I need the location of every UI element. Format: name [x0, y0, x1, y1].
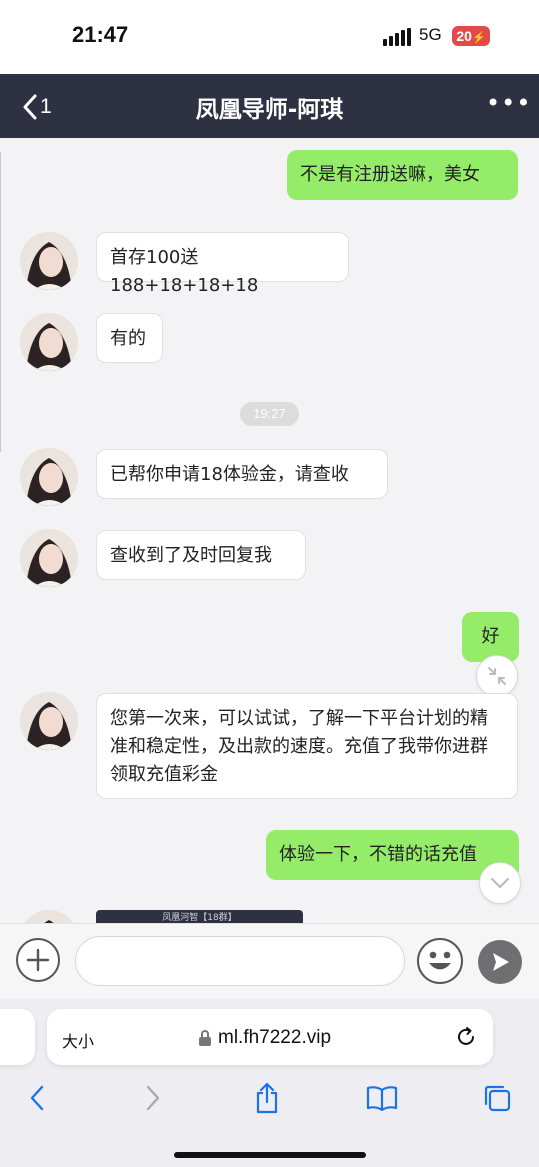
- network-label: 5G: [419, 25, 442, 44]
- avatar-image: [20, 232, 78, 290]
- message-bubble-incoming[interactable]: 查收到了及时回复我: [96, 530, 306, 580]
- tabs-icon: [484, 1085, 511, 1112]
- avatar-image: [20, 910, 78, 923]
- preview-card-title: 凤凰河智【18群】: [162, 913, 237, 923]
- message-bubble-outgoing[interactable]: 好: [462, 612, 519, 662]
- send-button[interactable]: [478, 940, 522, 984]
- status-time: 21:47: [72, 22, 129, 47]
- avatar[interactable]: [20, 313, 78, 371]
- tabs-button[interactable]: [480, 1081, 514, 1115]
- avatar[interactable]: [20, 692, 78, 750]
- chevron-right-icon: [146, 1085, 160, 1111]
- scroll-down-button[interactable]: [479, 862, 521, 904]
- bookmarks-button[interactable]: [365, 1081, 399, 1115]
- message-bubble-incoming[interactable]: 您第一次来，可以试试，了解一下平台计划的精准和稳定性，及出款的速度。充值了我带你…: [96, 693, 518, 799]
- collapse-arrows-icon: [488, 667, 506, 685]
- avatar-image: [20, 448, 78, 506]
- chat-title: 凤凰导师-阿琪: [195, 97, 344, 123]
- battery-level: 20: [456, 28, 472, 44]
- avatar-image: [20, 529, 78, 587]
- chevron-left-icon: [30, 1085, 44, 1111]
- previous-tab-card[interactable]: [0, 1009, 35, 1065]
- chevron-down-icon: [490, 877, 510, 889]
- battery-icon: 20⚡: [452, 26, 490, 46]
- avatar-image: [20, 313, 78, 371]
- scroll-edge: [0, 152, 1, 452]
- url-display[interactable]: ml.fh7222.vip: [198, 1025, 331, 1051]
- signal-icon: [383, 28, 411, 46]
- share-button[interactable]: [250, 1081, 284, 1115]
- avatar[interactable]: [20, 232, 78, 290]
- avatar[interactable]: [20, 448, 78, 506]
- url-text: ml.fh7222.vip: [218, 1027, 332, 1048]
- avatar[interactable]: [20, 529, 78, 587]
- book-icon: [366, 1086, 398, 1111]
- lock-icon: [199, 1030, 211, 1046]
- avatar[interactable]: [20, 910, 78, 923]
- message-bubble-outgoing[interactable]: 不是有注册送嘛，美女: [287, 150, 518, 200]
- message-bubble-incoming[interactable]: 有的: [96, 313, 163, 363]
- plus-icon: [26, 948, 50, 972]
- timestamp-chip: 19:27: [240, 402, 299, 426]
- image-preview-card[interactable]: 凤凰河智【18群】: [96, 910, 303, 923]
- reload-icon[interactable]: [455, 1026, 477, 1048]
- send-icon: [493, 953, 509, 971]
- share-icon: [256, 1082, 278, 1114]
- text-size-button[interactable]: 大小: [62, 1028, 94, 1052]
- more-options-button[interactable]: •••: [486, 91, 530, 116]
- emoji-button[interactable]: [417, 938, 463, 984]
- home-indicator: [174, 1152, 366, 1158]
- browser-forward-button[interactable]: [136, 1081, 170, 1115]
- add-attachment-button[interactable]: [16, 938, 60, 982]
- avatar-image: [20, 692, 78, 750]
- message-bubble-incoming[interactable]: 首存100送188+18+18+18: [96, 232, 349, 296]
- browser-back-button[interactable]: [20, 1081, 54, 1115]
- message-bubble-incoming[interactable]: 已帮你申请18体验金，请查收: [96, 449, 388, 499]
- collapse-button[interactable]: [476, 655, 518, 697]
- message-input[interactable]: [75, 936, 405, 986]
- smiley-icon: [429, 951, 451, 970]
